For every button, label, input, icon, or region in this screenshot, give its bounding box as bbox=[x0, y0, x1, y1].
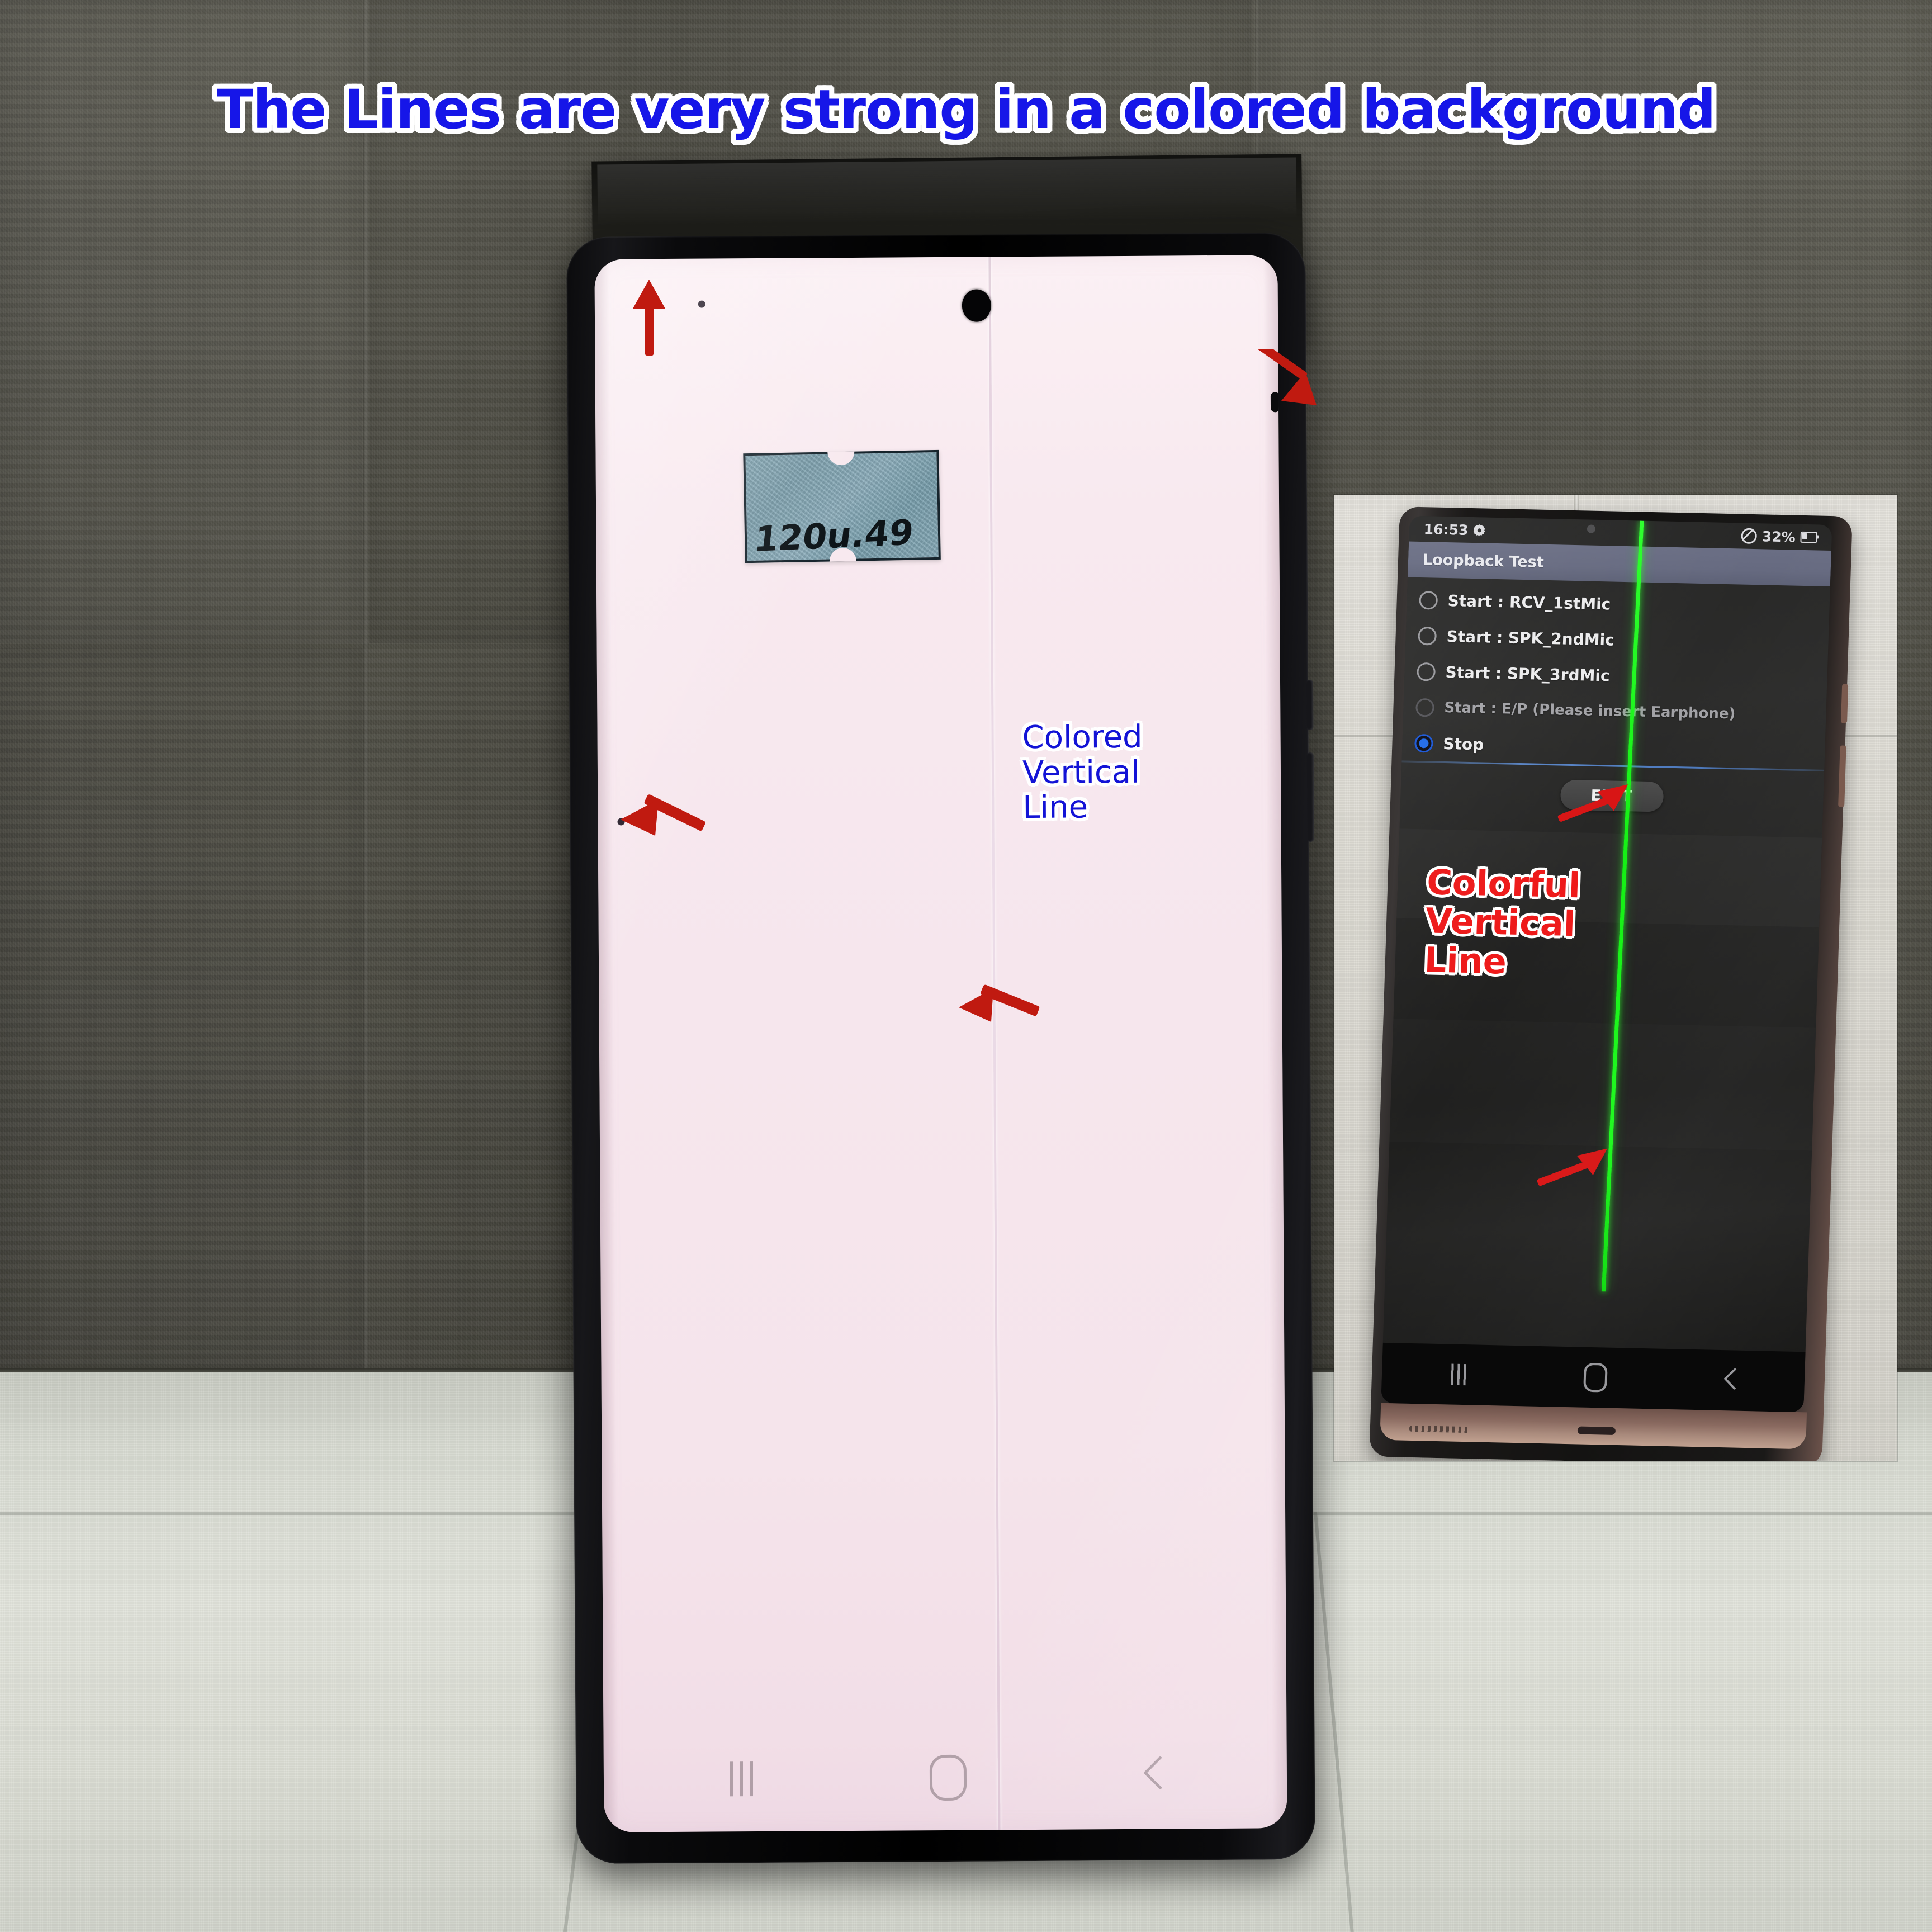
side-button-volume[interactable] bbox=[1306, 752, 1314, 842]
usb-port bbox=[1577, 1426, 1616, 1435]
home-icon[interactable] bbox=[929, 1754, 967, 1801]
side-button-power[interactable] bbox=[1306, 679, 1314, 730]
wall-panel bbox=[0, 648, 363, 1370]
annotation-line-1: Colored bbox=[1022, 718, 1143, 756]
wall-seam bbox=[363, 0, 368, 1381]
arrow-to-dead-pixel-left bbox=[621, 783, 710, 850]
dead-pixel-top-left bbox=[698, 300, 705, 308]
inset-phone: 16:53 32% Loopback Test bbox=[1369, 506, 1853, 1461]
arrow-to-colored-line bbox=[959, 973, 1043, 1034]
back-icon[interactable] bbox=[1724, 1369, 1741, 1392]
inset-phone-screen[interactable]: 16:53 32% Loopback Test bbox=[1381, 515, 1832, 1413]
inset-photo: 16:53 32% Loopback Test bbox=[1334, 495, 1897, 1461]
page-title: The Lines are very strong in a colored b… bbox=[216, 78, 1716, 141]
speaker-grill bbox=[1409, 1425, 1470, 1433]
arrow-to-edge-blemish bbox=[1247, 349, 1319, 411]
back-icon[interactable] bbox=[1145, 1759, 1171, 1794]
annotation-line-3: Line bbox=[1022, 789, 1088, 826]
front-camera-punch-hole bbox=[962, 289, 992, 322]
inset-screen-glare bbox=[1381, 515, 1832, 1413]
recents-icon[interactable] bbox=[1449, 1363, 1469, 1386]
annotation-line-2: Vertical bbox=[1022, 754, 1140, 791]
main-phone-screen[interactable]: 120u.49 Colored Vertical Line bbox=[594, 255, 1287, 1832]
handwritten-label-sticker: 120u.49 bbox=[743, 449, 941, 564]
screen-glare bbox=[594, 255, 1287, 1832]
sticker-text: 120u.49 bbox=[752, 512, 916, 560]
colored-vertical-line-defect bbox=[988, 257, 1001, 1830]
arrow-to-dead-pixel-top bbox=[625, 280, 675, 358]
annotation-colored-line: Colored Vertical Line bbox=[1022, 718, 1143, 826]
inset-side-button-power[interactable] bbox=[1840, 684, 1849, 723]
main-phone: 120u.49 Colored Vertical Line bbox=[566, 232, 1315, 1864]
recents-icon[interactable] bbox=[726, 1761, 759, 1797]
inset-navbar bbox=[1381, 1342, 1806, 1413]
main-phone-navbar bbox=[604, 1742, 1287, 1813]
home-icon[interactable] bbox=[1583, 1362, 1608, 1393]
screenshot-root: The Lines are very strong in a colored b… bbox=[0, 0, 1932, 1932]
